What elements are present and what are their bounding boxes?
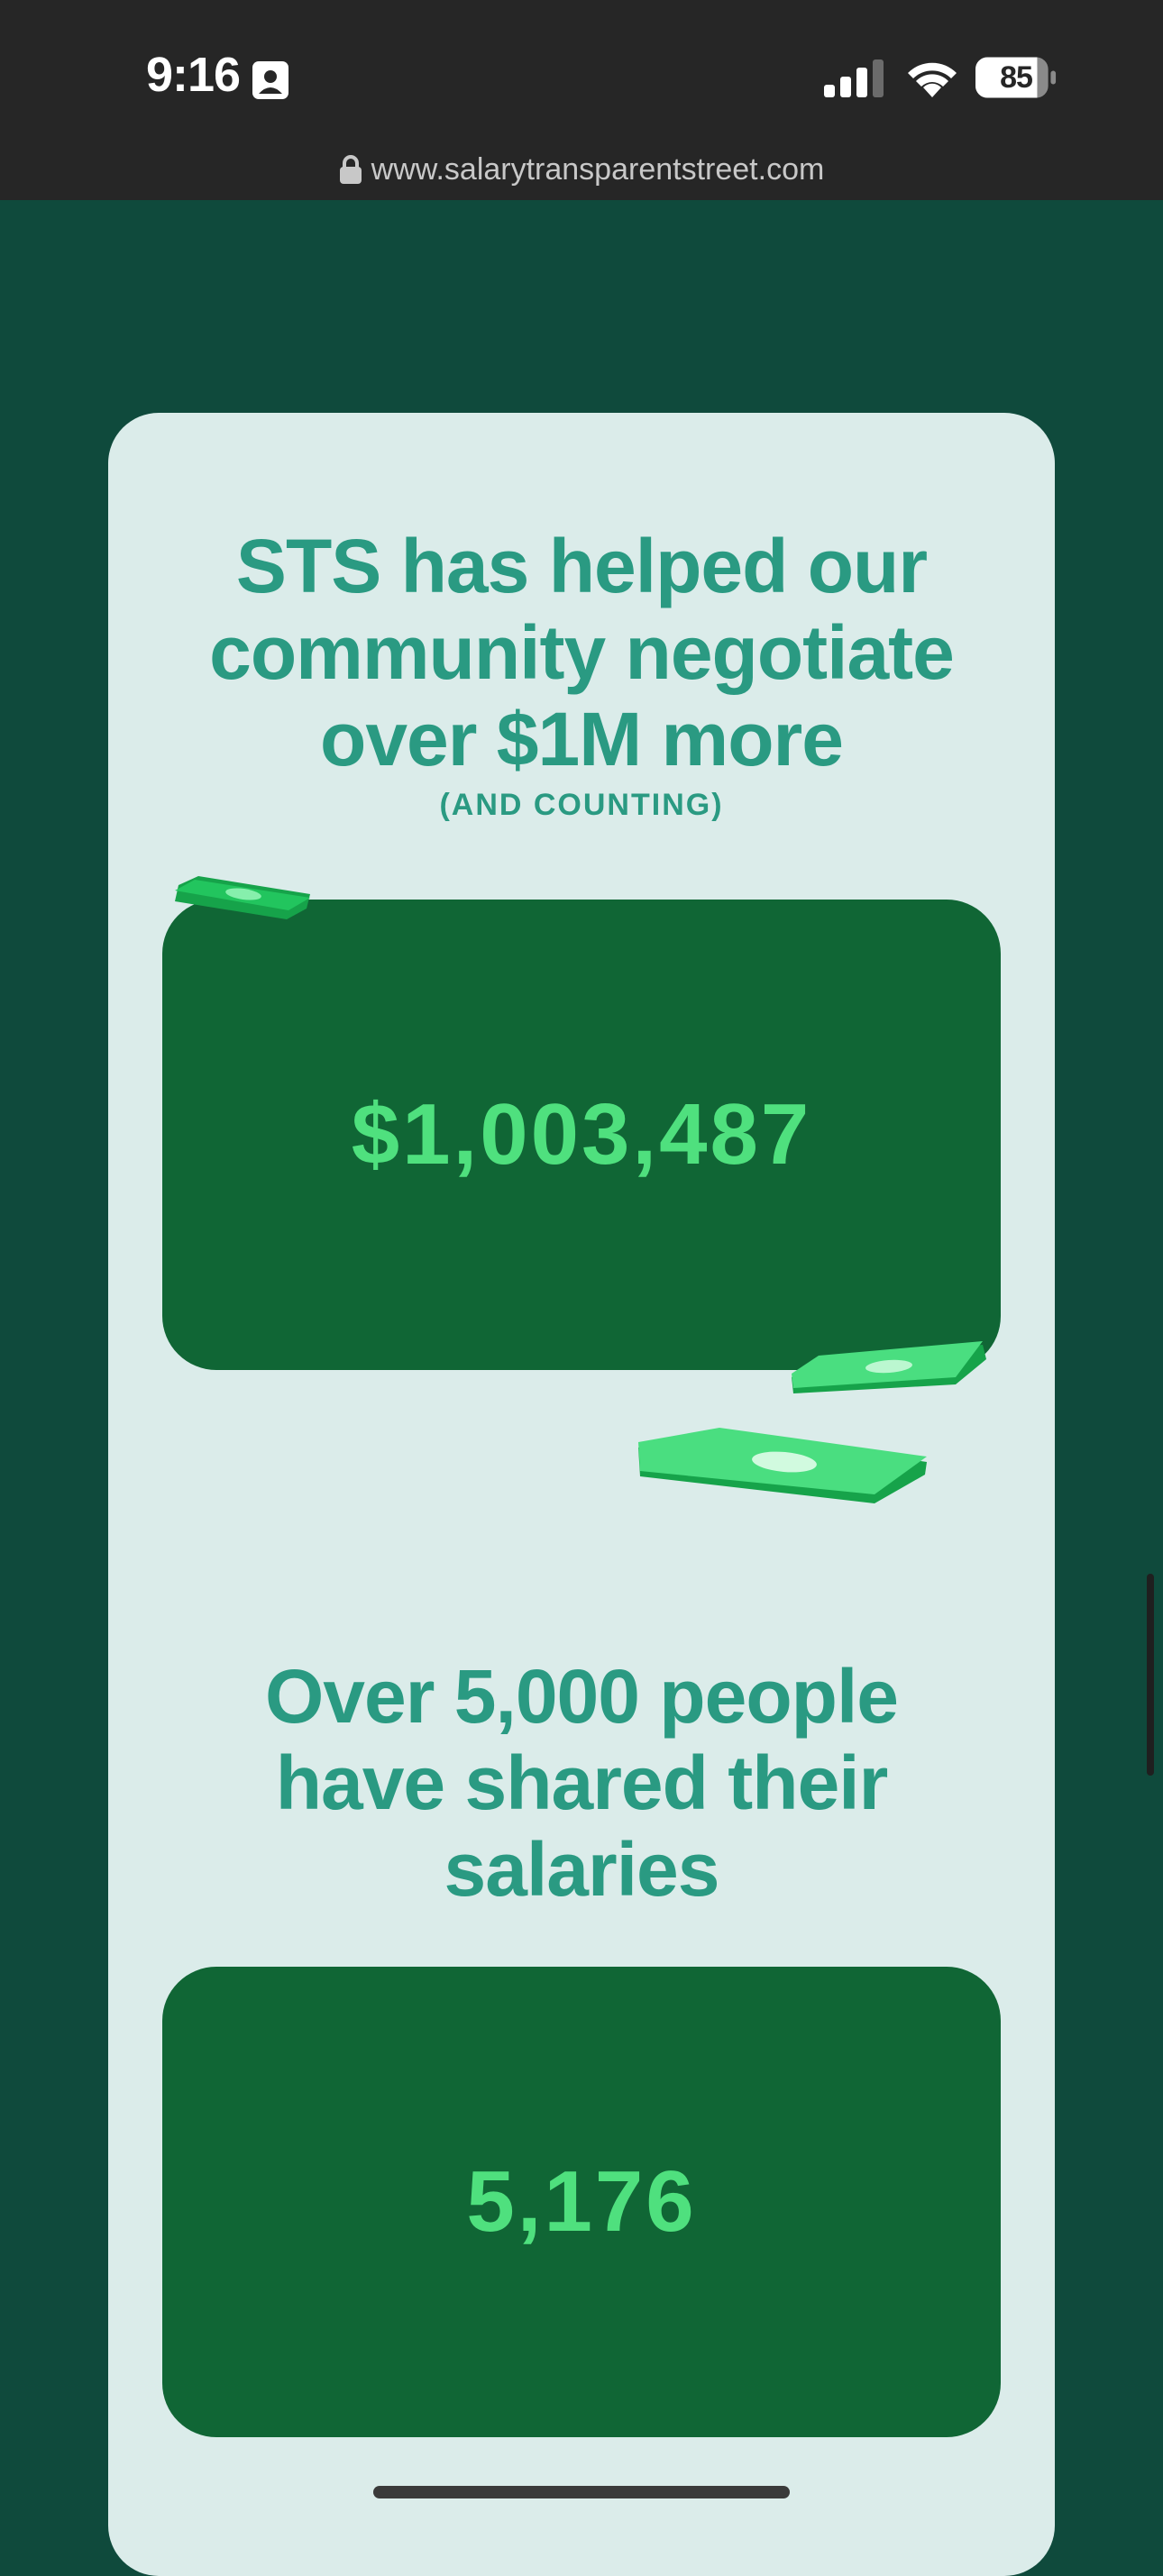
- money-bill-icon: [638, 1428, 927, 1503]
- negotiated-counter-box: $1,003,487: [162, 900, 1001, 1370]
- battery-level: 85: [1000, 60, 1033, 95]
- negotiated-heading: STS has helped our community negotiate o…: [108, 523, 1055, 782]
- contact-card-icon: [252, 61, 288, 99]
- shared-heading-line: Over 5,000 people: [264, 1654, 899, 1739]
- status-bar: 9:16 85 www.salarytransparentstreet.com: [0, 0, 1163, 200]
- negotiated-counter-value: $1,003,487: [351, 1086, 812, 1183]
- status-time: 9:16: [146, 48, 241, 102]
- shared-counter-box: 5,176: [162, 1967, 1001, 2437]
- negotiated-heading-line: STS has helped our: [235, 524, 928, 608]
- cellular-signal-icon: [824, 59, 884, 97]
- shared-heading-line: salaries: [444, 1827, 720, 1912]
- shared-heading: Over 5,000 people have shared their sala…: [108, 1653, 1055, 1913]
- negotiated-heading-line: over $1M more: [320, 697, 844, 781]
- shared-heading-line: have shared their: [275, 1740, 889, 1825]
- money-bill-icon: [175, 876, 310, 919]
- wifi-icon: [908, 62, 957, 97]
- url-text: www.salarytransparentstreet.com: [371, 151, 825, 187]
- money-bill-icon: [792, 1341, 986, 1393]
- negotiated-subheading: (AND COUNTING): [439, 788, 724, 822]
- negotiated-heading-line: community negotiate: [209, 610, 955, 695]
- address-bar[interactable]: www.salarytransparentstreet.com: [0, 144, 1163, 195]
- shared-counter-value: 5,176: [466, 2153, 697, 2250]
- home-indicator[interactable]: [373, 2486, 790, 2498]
- lock-icon: [339, 155, 362, 184]
- scroll-indicator[interactable]: [1147, 1574, 1154, 1776]
